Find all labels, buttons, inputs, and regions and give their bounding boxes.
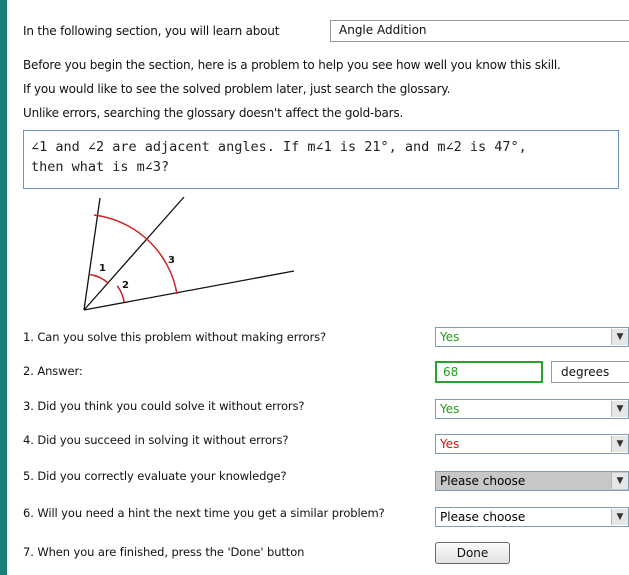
question-1-value: Yes <box>440 330 460 344</box>
question-2-text: 2. Answer: <box>23 364 83 378</box>
chevron-down-icon[interactable]: ▼ <box>611 473 628 489</box>
question-3-value: Yes <box>440 402 460 416</box>
question-1-text: 1. Can you solve this problem without ma… <box>23 330 327 344</box>
topic-field: Angle Addition <box>330 20 629 42</box>
intro-line-2: If you would like to see the solved prob… <box>23 82 451 96</box>
question-3-select[interactable]: Yes ▼ <box>435 399 629 419</box>
question-5-value: Please choose <box>440 474 526 488</box>
unit-field[interactable]: degrees <box>551 361 629 383</box>
answer-input[interactable]: 68 <box>435 361 543 383</box>
question-5-select[interactable]: Please choose ▼ <box>435 471 629 491</box>
angle-label-2: 2 <box>122 280 129 291</box>
intro-line-3: Unlike errors, searching the glossary do… <box>23 106 404 120</box>
question-6-value: Please choose <box>440 510 526 524</box>
angle-diagram: 1 2 3 <box>83 196 295 311</box>
question-7-text: 7. When you are finished, press the 'Don… <box>23 545 305 559</box>
chevron-down-icon[interactable]: ▼ <box>611 436 628 452</box>
question-5-text: 5. Did you correctly evaluate your knowl… <box>23 469 287 483</box>
intro-lead: In the following section, you will learn… <box>23 24 280 38</box>
angle-label-3: 3 <box>168 255 175 266</box>
ray-middle <box>83 196 185 311</box>
question-3-text: 3. Did you think you could solve it with… <box>23 399 305 413</box>
question-4-text: 4. Did you succeed in solving it without… <box>23 433 289 447</box>
accent-bar <box>0 0 7 575</box>
chevron-down-icon[interactable]: ▼ <box>611 329 628 345</box>
done-button[interactable]: Done <box>435 542 510 564</box>
question-4-value: Yes <box>440 437 460 451</box>
question-6-text: 6. Will you need a hint the next time yo… <box>23 506 385 520</box>
question-4-select[interactable]: Yes ▼ <box>435 434 629 454</box>
problem-statement: ∠1 and ∠2 are adjacent angles. If m∠1 is… <box>23 130 619 189</box>
angle-label-1: 1 <box>99 263 106 274</box>
question-1-select[interactable]: Yes ▼ <box>435 327 629 347</box>
chevron-down-icon[interactable]: ▼ <box>611 509 628 525</box>
chevron-down-icon[interactable]: ▼ <box>611 401 628 417</box>
ray-right <box>83 270 295 311</box>
arc-angle-1 <box>89 273 110 284</box>
question-6-select[interactable]: Please choose ▼ <box>435 507 629 527</box>
intro-line-1: Before you begin the section, here is a … <box>23 58 561 72</box>
